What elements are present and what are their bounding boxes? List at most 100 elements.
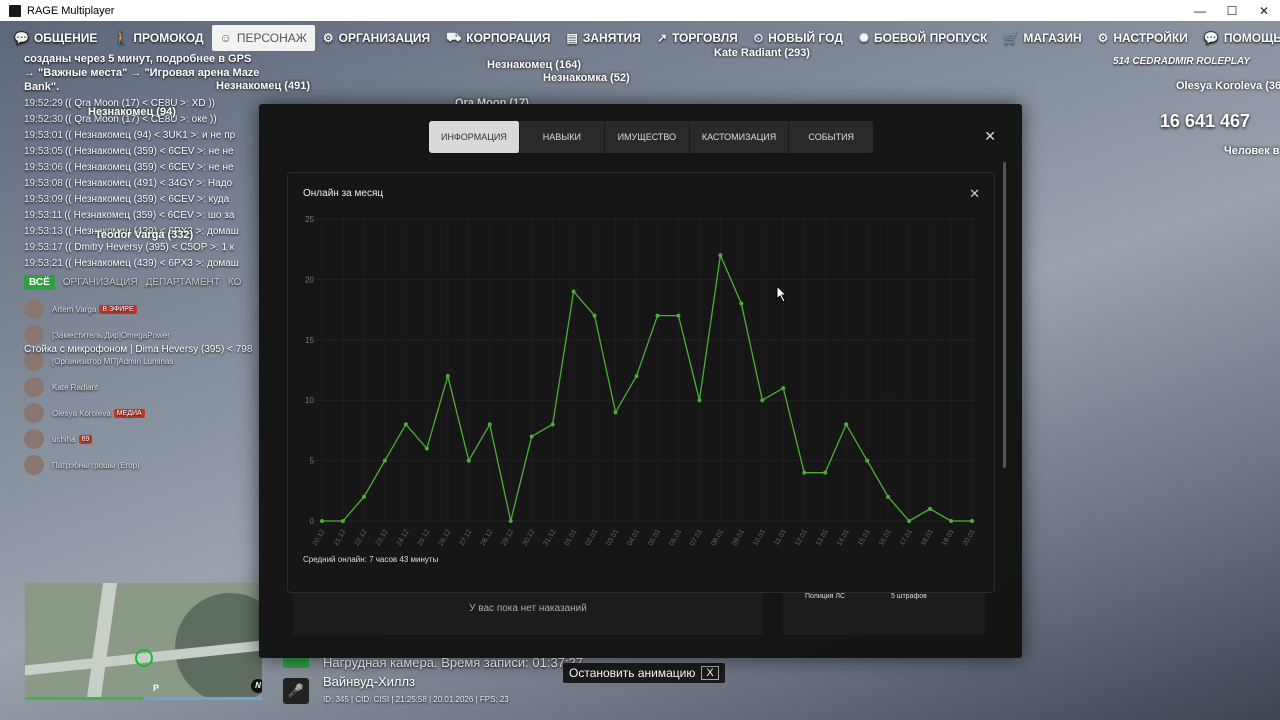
chat-line: 19:53:06(( Незнакомец (359) < 6CEV >: не… (24, 160, 264, 176)
maximize-button[interactable]: ☐ (1216, 4, 1248, 18)
x-tick-label: 20.01 (962, 528, 977, 547)
data-point (320, 519, 324, 523)
x-tick-label: 27.12 (459, 528, 474, 547)
tab-0[interactable]: ИНФОРМАЦИЯ (429, 121, 520, 153)
x-tick-label: 20.12 (312, 528, 327, 547)
nav-item-8[interactable]: ✺ БОЕВОЙ ПРОПУСК (851, 25, 996, 51)
chart-average-online: Средний онлайн: 7 часов 43 минуты (303, 555, 439, 564)
voice-tab-department[interactable]: ДЕПАРТАМЕНТ (146, 277, 220, 288)
shop-icon: 🛒 (1003, 31, 1019, 45)
health-bar (25, 697, 143, 700)
voice-list: Artem Varga В ЭФИРЕ [Заместитель Дир]Omega… (24, 296, 254, 478)
x-tick-label: 03.01 (605, 528, 620, 547)
player-nametag: Человек в маске (1224, 145, 1280, 157)
x-tick-label: 18.01 (920, 528, 935, 547)
data-point (508, 519, 513, 523)
x-tick-label: 02.01 (584, 528, 599, 547)
avatar (24, 325, 44, 345)
x-tick-label: 10.01 (752, 528, 767, 547)
nav-item-4[interactable]: ⛟ КОРПОРАЦИЯ (438, 25, 558, 51)
chat-time: 19:53:21 (24, 258, 63, 269)
voice-item[interactable]: Патрэбны грошы (Егор) (24, 452, 254, 478)
avatar (24, 299, 44, 319)
data-point (424, 446, 429, 451)
voice-item[interactable]: Artem Varga В ЭФИРЕ (24, 296, 254, 322)
close-icon[interactable]: ✕ (984, 128, 996, 145)
data-point (613, 410, 618, 415)
chat-text: (( Незнакомец (491) < 34GY >: Надо (64, 178, 233, 189)
nav-label: МАГАЗИН (1023, 31, 1082, 45)
punishments-box: У вас пока нет наказаний (293, 589, 763, 635)
money-balance: 16 641 467 (1159, 111, 1250, 131)
voice-name: Патрэбны грошы (Егор) (52, 460, 140, 470)
x-tick-label: 22.12 (354, 528, 369, 547)
tab-4[interactable]: СОБЫТИЯ (789, 121, 875, 153)
tab-3[interactable]: КАСТОМИЗАЦИЯ (690, 121, 790, 153)
x-tick-label: 29.12 (501, 528, 516, 547)
voice-name: [Заместитель Дир]OmegaPower (52, 330, 170, 340)
tab-2[interactable]: ИМУЩЕСТВО (605, 121, 690, 153)
x-tick-label: 31.12 (543, 528, 558, 547)
x-tick-label: 04.01 (626, 528, 641, 547)
panel-scrollbar[interactable] (1003, 162, 1006, 468)
data-point (970, 519, 974, 523)
voice-item[interactable]: Olesya Koroleva МЕДИА (24, 400, 254, 426)
nav-item-5[interactable]: ▤ ЗАНЯТИЯ (559, 25, 649, 51)
north-icon: N (251, 679, 262, 693)
data-point (466, 458, 471, 463)
mic-stand-label: Стойка с микрофоном | Dima Heversy (395)… (24, 344, 253, 355)
data-point (634, 374, 639, 379)
voice-item[interactable]: uchiha 69 (24, 426, 254, 452)
y-tick-label: 25 (305, 215, 314, 224)
nav-label: ПРОМОКОД (133, 31, 204, 45)
chat-line: 19:53:01(( Незнакомец (94) < 3UK1 >: и н… (24, 128, 264, 144)
chat-time: 19:53:13 (24, 226, 63, 237)
nav-item-11[interactable]: 💬 ПОМОЩЬ (1196, 25, 1280, 51)
data-point (403, 422, 408, 427)
voice-tab-organization[interactable]: ОРГАНИЗАЦИЯ (63, 277, 138, 288)
y-tick-label: 0 (310, 517, 315, 526)
x-tick-label: 15.01 (857, 528, 872, 547)
nav-item-2[interactable]: ☺ ПЕРСОНАЖ (211, 25, 315, 51)
voice-tab-more[interactable]: КО (228, 277, 242, 288)
activities-icon: ▤ (566, 31, 578, 45)
chat-line: 19:53:05(( Незнакомец (359) < 6CEV >: не… (24, 144, 264, 160)
nav-item-10[interactable]: ⚙ НАСТРОЙКИ (1090, 25, 1196, 51)
minimize-button[interactable]: — (1184, 4, 1216, 18)
nav-label: ОРГАНИЗАЦИЯ (338, 31, 431, 45)
data-point (781, 386, 786, 391)
settings-icon: ⚙ (1097, 31, 1109, 45)
fines-box: Полиция ЛС 5 штрафов (783, 589, 985, 635)
data-point (529, 434, 534, 439)
avatar (24, 429, 44, 449)
tab-1[interactable]: НАВЫКИ (520, 121, 605, 153)
chat-time: 19:53:05 (24, 146, 63, 157)
close-window-button[interactable]: ✕ (1248, 4, 1280, 18)
data-point (445, 374, 450, 379)
x-tick-label: 06.01 (668, 528, 683, 547)
online-chart: 0 5 10 15 20 25 20.12 21.12 22.12 23.12 24.12 25.12… (305, 215, 978, 547)
chat-line: 19:53:09(( Незнакомец (359) < 6CEV >: ку… (24, 192, 264, 208)
player-nametag: Незнакомец (94) (88, 106, 176, 118)
data-point (382, 458, 387, 463)
voice-tab-all[interactable]: ВСЁ (24, 275, 55, 290)
nav-item-1[interactable]: 🚶 ПРОМОКОД (105, 25, 211, 51)
nav-label: ЗАНЯТИЯ (582, 31, 641, 45)
stop-animation-button[interactable]: Остановить анимацию X (563, 663, 725, 683)
data-point (886, 494, 891, 499)
x-tick-label: 19.01 (941, 528, 956, 547)
nav-item-3[interactable]: ⚙ ОРГАНИЗАЦИЯ (315, 25, 438, 51)
chat-line: 19:53:11(( Незнакомец (359) < 6CEV >: шо… (24, 208, 264, 224)
data-point (760, 398, 765, 403)
minimap: P N (25, 583, 262, 698)
nav-label: ОБЩЕНИЕ (33, 31, 98, 45)
x-tick-label: 08.01 (710, 528, 725, 547)
microphone-icon[interactable]: 🎤 (283, 678, 309, 704)
voice-item[interactable]: Kate Radiant (24, 374, 254, 400)
window-titlebar: RAGE Multiplayer — ☐ ✕ (0, 0, 1280, 21)
x-tick-label: 17.01 (899, 528, 914, 547)
nav-item-9[interactable]: 🛒 МАГАЗИН (995, 25, 1089, 51)
avatar (24, 403, 44, 423)
nav-item-0[interactable]: 💬 ОБЩЕНИЕ (6, 25, 105, 51)
new-year-icon: ⏲ (753, 30, 764, 45)
